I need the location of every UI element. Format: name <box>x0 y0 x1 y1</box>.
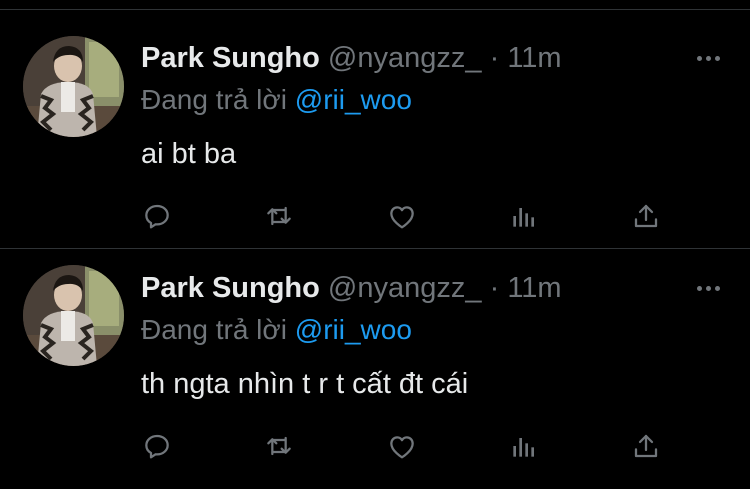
analytics-icon[interactable] <box>507 199 541 233</box>
timestamp[interactable]: 11m <box>507 42 561 74</box>
display-name[interactable]: Park Sungho <box>141 42 320 74</box>
tweet-2[interactable]: Park Sungho @nyangzz_ · 11m Đang trả lời… <box>0 249 750 489</box>
like-icon[interactable] <box>385 199 419 233</box>
separator-dot: · <box>489 42 500 74</box>
replying-to-label: Đang trả lời <box>141 314 287 345</box>
share-icon[interactable] <box>629 429 663 463</box>
replying-to: Đang trả lời @rii_woo <box>141 81 412 119</box>
avatar-image <box>23 36 124 137</box>
timestamp[interactable]: 11m <box>507 272 561 304</box>
replying-to-label: Đang trả lời <box>141 84 287 115</box>
avatar[interactable] <box>23 265 124 366</box>
tweet-text: th ngta nhìn t r t cất đt cái <box>141 368 469 400</box>
tweet-1[interactable]: Park Sungho @nyangzz_ · 11m Đang trả lời… <box>0 0 750 248</box>
user-handle[interactable]: @nyangzz_ <box>328 272 482 304</box>
retweet-icon[interactable] <box>262 199 296 233</box>
avatar[interactable] <box>23 36 124 137</box>
separator-dot: · <box>489 272 500 304</box>
tweet-header: Park Sungho @nyangzz_ · 11m <box>141 268 562 308</box>
reply-icon[interactable] <box>140 429 174 463</box>
replying-to: Đang trả lời @rii_woo <box>141 311 412 349</box>
share-icon[interactable] <box>629 199 663 233</box>
avatar-image <box>23 265 124 366</box>
tweet-header: Park Sungho @nyangzz_ · 11m <box>141 38 562 78</box>
user-handle[interactable]: @nyangzz_ <box>328 42 482 74</box>
tweet-text: ai bt ba <box>141 138 237 170</box>
more-icon[interactable] <box>690 46 726 70</box>
display-name[interactable]: Park Sungho <box>141 272 320 304</box>
replying-to-handle[interactable]: @rii_woo <box>295 84 412 115</box>
more-icon[interactable] <box>690 276 726 300</box>
replying-to-handle[interactable]: @rii_woo <box>295 314 412 345</box>
reply-icon[interactable] <box>140 199 174 233</box>
like-icon[interactable] <box>385 429 419 463</box>
analytics-icon[interactable] <box>507 429 541 463</box>
retweet-icon[interactable] <box>262 429 296 463</box>
